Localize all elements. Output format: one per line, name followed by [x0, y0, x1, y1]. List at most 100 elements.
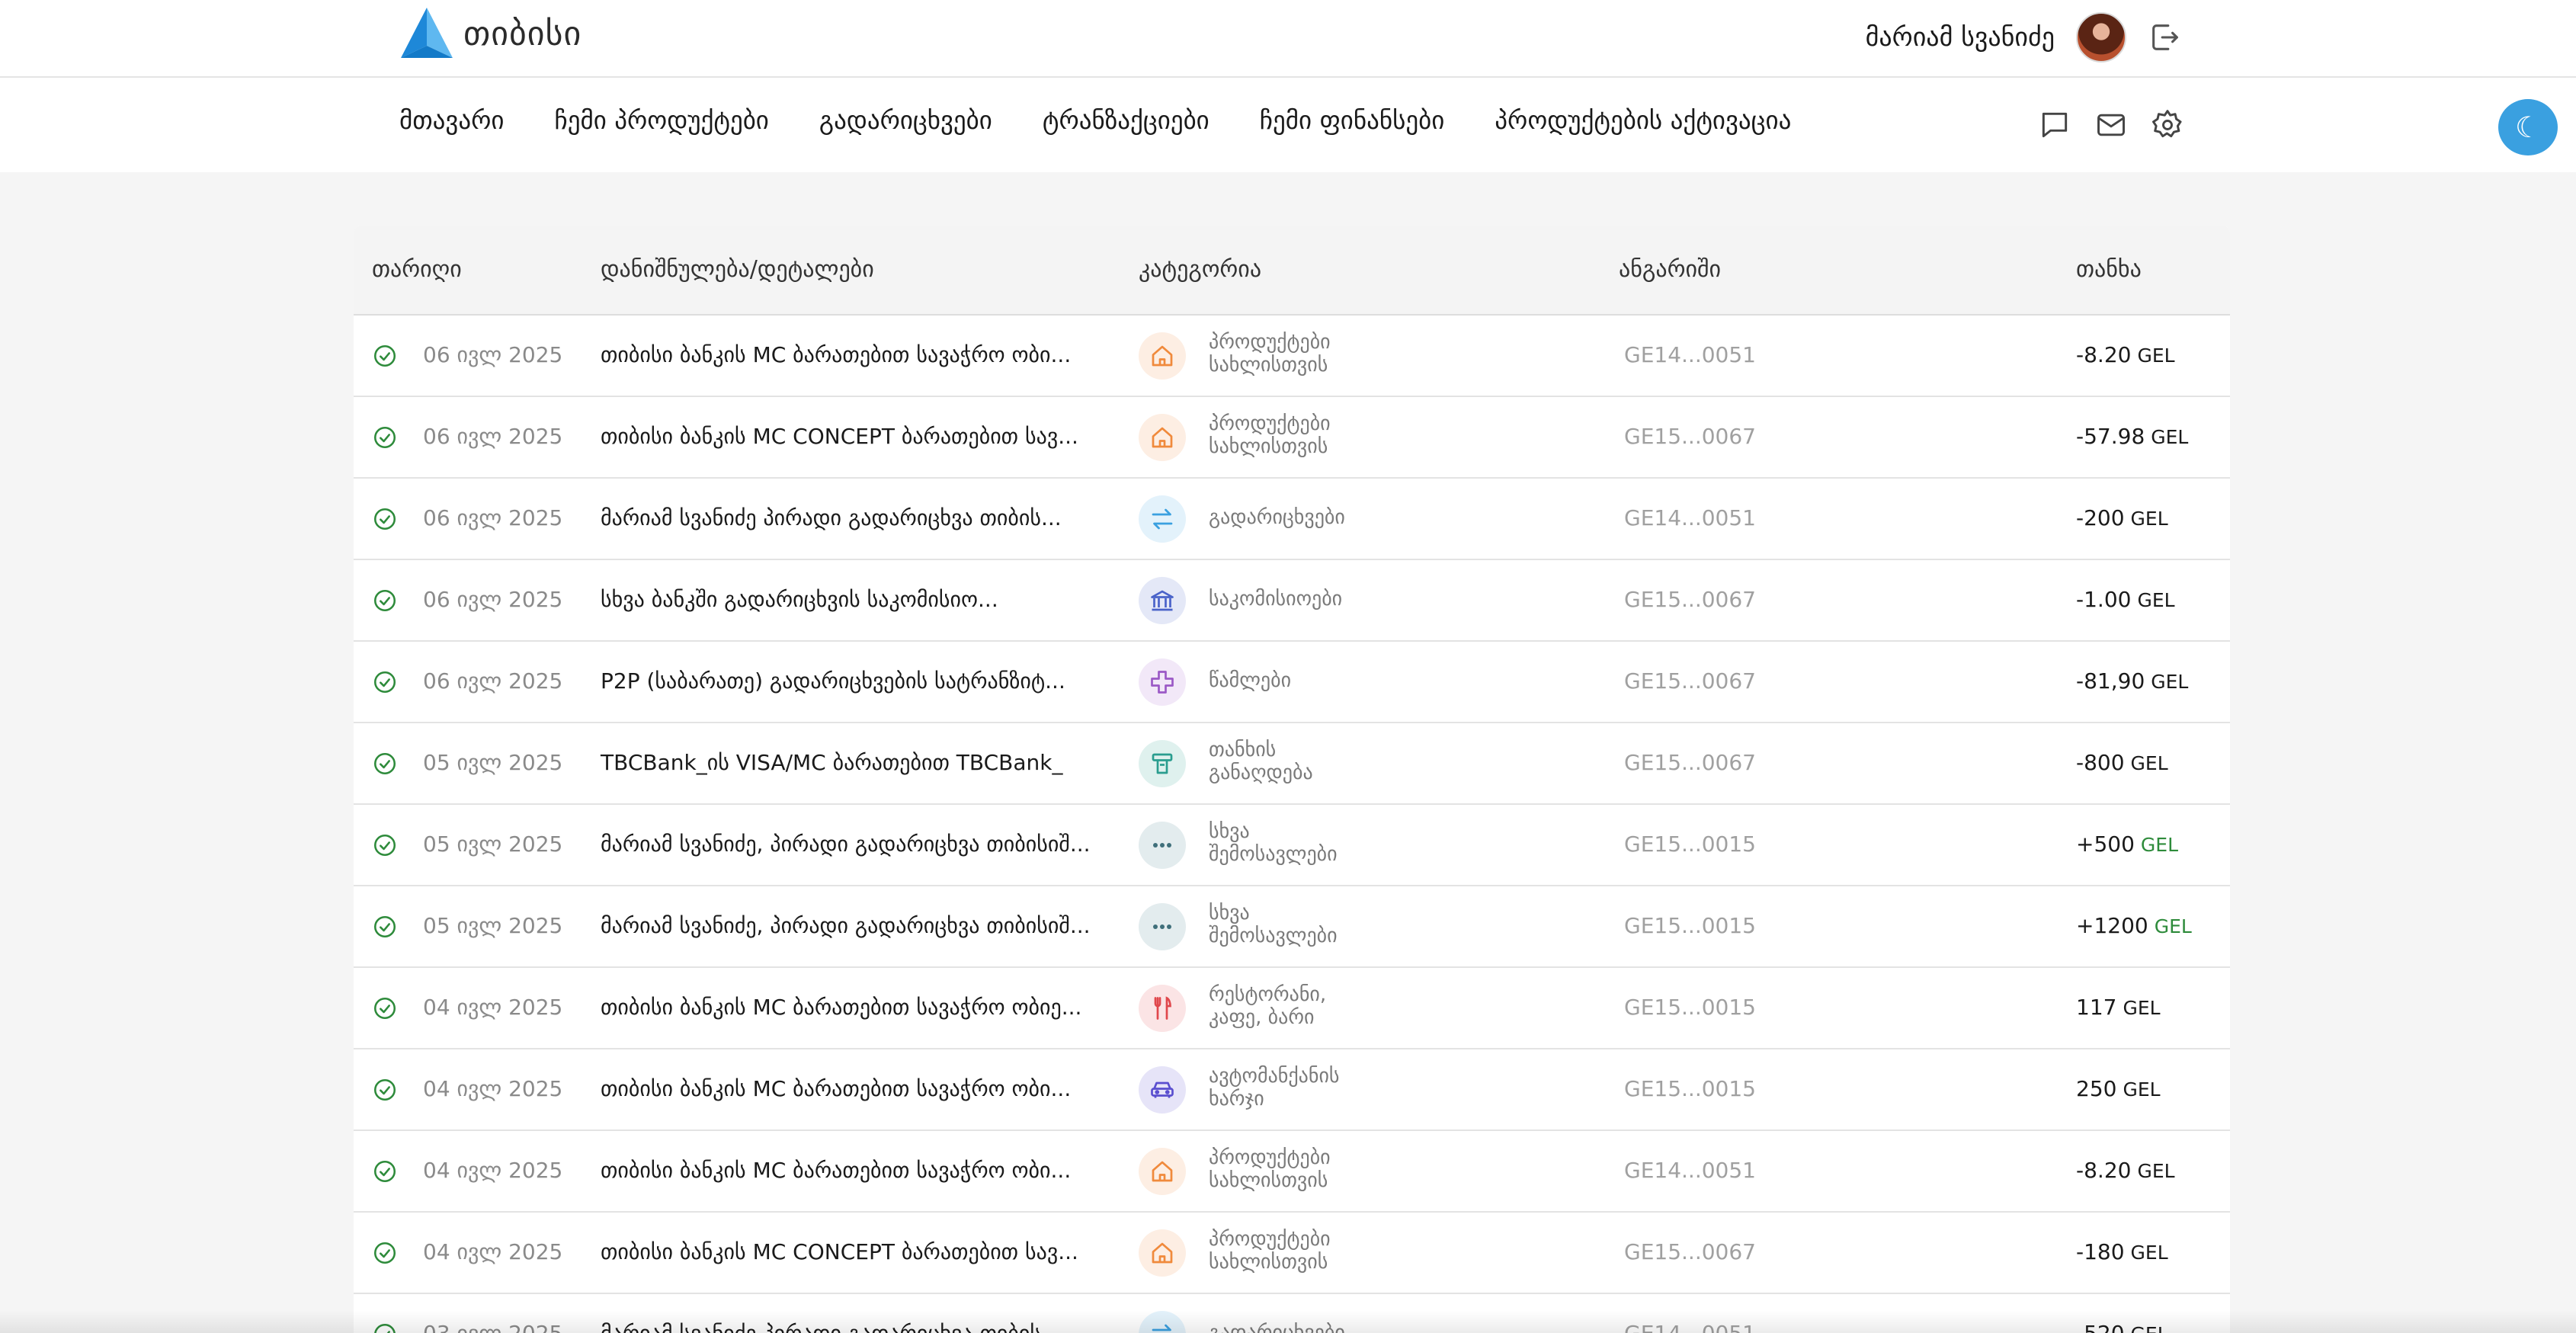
chat-icon[interactable]: [2038, 108, 2071, 142]
row-description[interactable]: P2P (საბარათე) გადარიცხვების სატრანზიტ..…: [601, 668, 1065, 694]
amount-value: -8.20: [2076, 1158, 2132, 1183]
check-circle-icon: [372, 343, 398, 369]
table-row[interactable]: 05 ივლ 2025 TBCBank_ის VISA/MC ბარათებით…: [354, 723, 2230, 805]
table-row[interactable]: 04 ივლ 2025 თიბისი ბანკის MC ბარათებით ს…: [354, 968, 2230, 1049]
amount-value: +1200: [2076, 913, 2148, 938]
gear-icon[interactable]: [2151, 108, 2184, 142]
transfer-arrows-icon: [1139, 495, 1186, 543]
nav-item-my-products[interactable]: ჩემი პროდუქტები: [554, 105, 768, 135]
table-row[interactable]: 06 ივლ 2025 მარიამ სვანიძე პირადი გადარი…: [354, 479, 2230, 560]
amount-value: -81,90: [2076, 668, 2145, 694]
nav-item-home[interactable]: მთავარი: [399, 105, 504, 135]
logo-icon: [401, 8, 453, 58]
row-amount: -200 GEL: [2076, 505, 2168, 530]
row-description[interactable]: თიბისი ბანკის MC ბარათებით სავაჭრო ობი..…: [601, 342, 1071, 367]
user-name[interactable]: მარიამ სვანიძე: [1866, 22, 2055, 53]
row-account: GE15...0067: [1624, 668, 1756, 694]
row-category: პროდუქტები სახლისთვის: [1209, 1228, 1331, 1274]
row-description[interactable]: თიბისი ბანკის MC ბარათებით სავაჭრო ობი..…: [601, 1158, 1071, 1183]
nav-item-my-finances[interactable]: ჩემი ფინანსები: [1260, 105, 1445, 135]
amount-value: -1.00: [2076, 587, 2132, 612]
amount-currency: GEL: [2154, 915, 2192, 937]
row-description[interactable]: მარიამ სვანიძე, პირადი გადარიცხვა თიბისი…: [601, 832, 1091, 857]
row-amount: -8.20 GEL: [2076, 342, 2175, 367]
moon-icon: ☾: [2514, 111, 2542, 144]
table-body: 06 ივლ 2025 თიბისი ბანკის MC ბარათებით ს…: [354, 316, 2230, 1333]
top-header: თიბისი მარიამ სვანიძე: [0, 0, 2576, 78]
amount-currency: GEL: [2123, 1078, 2161, 1101]
row-category: ავტომანქანის ხარჯი: [1209, 1065, 1340, 1110]
atm-icon: [1139, 740, 1186, 787]
table-row[interactable]: 06 ივლ 2025 სხვა ბანკში გადარიცხვის საკო…: [354, 560, 2230, 642]
logo[interactable]: თიბისი: [398, 6, 582, 61]
amount-currency: GEL: [2137, 344, 2175, 367]
row-account: GE15...0015: [1624, 913, 1756, 938]
amount-currency: GEL: [2130, 752, 2168, 774]
row-account: GE15...0067: [1624, 424, 1756, 449]
check-circle-icon: [372, 669, 398, 695]
amount-value: 117: [2076, 995, 2117, 1020]
check-circle-icon: [372, 914, 398, 940]
row-description[interactable]: თიბისი ბანკის MC CONCEPT ბარათებით სავ..…: [601, 1239, 1078, 1264]
row-category: პროდუქტები სახლისთვის: [1209, 331, 1331, 377]
row-date: 06 ივლ 2025: [423, 505, 563, 530]
row-amount: -800 GEL: [2076, 750, 2168, 775]
row-description[interactable]: თიბისი ბანკის MC ბარათებით სავაჭრო ობიე.…: [601, 995, 1081, 1020]
table-row[interactable]: 06 ივლ 2025 თიბისი ბანკის MC CONCEPT ბარ…: [354, 397, 2230, 479]
row-account: GE15...0015: [1624, 1076, 1756, 1101]
row-amount: -180 GEL: [2076, 1239, 2168, 1264]
car-icon: [1139, 1066, 1186, 1114]
row-description[interactable]: TBCBank_ის VISA/MC ბარათებით TBCBank_: [601, 750, 1062, 775]
row-amount: -81,90 GEL: [2076, 668, 2188, 694]
row-amount: 117 GEL: [2076, 995, 2161, 1020]
amount-value: +500: [2076, 832, 2135, 857]
table-row[interactable]: 04 ივლ 2025 თიბისი ბანკის MC ბარათებით ს…: [354, 1131, 2230, 1213]
house-icon: [1139, 1148, 1186, 1195]
row-description[interactable]: სხვა ბანკში გადარიცხვის საკომისიო...: [601, 587, 998, 612]
user-area: მარიამ სვანიძე: [1866, 11, 2183, 64]
house-icon: [1139, 1229, 1186, 1277]
row-description[interactable]: თიბისი ბანკის MC CONCEPT ბარათებით სავ..…: [601, 424, 1078, 449]
row-date: 04 ივლ 2025: [423, 1158, 563, 1183]
row-account: GE15...0067: [1624, 1239, 1756, 1264]
mail-icon[interactable]: [2094, 108, 2128, 142]
row-category: თანხის განაღდება: [1209, 739, 1313, 784]
check-circle-icon: [372, 832, 398, 858]
check-circle-icon: [372, 995, 398, 1021]
table-row[interactable]: 04 ივლ 2025 თიბისი ბანკის MC CONCEPT ბარ…: [354, 1213, 2230, 1294]
row-amount: -1.00 GEL: [2076, 587, 2175, 612]
row-account: GE14...0051: [1624, 342, 1756, 367]
table-row[interactable]: 06 ივლ 2025 P2P (საბარათე) გადარიცხვების…: [354, 642, 2230, 723]
row-date: 06 ივლ 2025: [423, 424, 563, 449]
row-amount: +1200 GEL: [2076, 913, 2192, 938]
table-row[interactable]: 05 ივლ 2025 მარიამ სვანიძე, პირადი გადარ…: [354, 886, 2230, 968]
amount-currency: GEL: [2130, 508, 2168, 530]
avatar[interactable]: [2076, 12, 2126, 62]
check-circle-icon: [372, 1077, 398, 1103]
amount-currency: GEL: [2123, 997, 2161, 1019]
row-category: სხვა შემოსავლები: [1209, 820, 1338, 866]
logout-icon[interactable]: [2148, 20, 2183, 55]
row-amount: +500 GEL: [2076, 832, 2178, 857]
nav-item-transfers[interactable]: გადარიცხვები: [819, 105, 992, 135]
row-account: GE15...0015: [1624, 832, 1756, 857]
amount-currency: GEL: [2151, 426, 2189, 448]
theme-toggle-button[interactable]: ☾: [2498, 99, 2558, 155]
medical-cross-icon: [1139, 658, 1186, 706]
table-header: თარიღი დანიშნულება/დეტალები კატეგორია ან…: [354, 226, 2230, 316]
table-row[interactable]: 06 ივლ 2025 თიბისი ბანკის MC ბარათებით ს…: [354, 316, 2230, 397]
row-category: გადარიცხვები: [1209, 506, 1345, 529]
row-description[interactable]: მარიამ სვანიძე, პირადი გადარიცხვა თიბისი…: [601, 913, 1091, 938]
amount-currency: GEL: [2137, 1160, 2175, 1182]
transactions-table: თარიღი დანიშნულება/დეტალები კატეგორია ან…: [354, 226, 2230, 1333]
table-row[interactable]: 04 ივლ 2025 თიბისი ბანკის MC ბარათებით ს…: [354, 1049, 2230, 1131]
main-nav: მთავარი ჩემი პროდუქტები გადარიცხვები ტრა…: [0, 79, 2576, 172]
nav-item-product-activation[interactable]: პროდუქტების აქტივაცია: [1495, 105, 1791, 135]
row-amount: -57.98 GEL: [2076, 424, 2188, 449]
row-date: 06 ივლ 2025: [423, 342, 563, 367]
nav-item-transactions[interactable]: ტრანზაქციები: [1043, 105, 1210, 135]
header-account: ანგარიში: [1619, 256, 1722, 283]
row-description[interactable]: თიბისი ბანკის MC ბარათებით სავაჭრო ობი..…: [601, 1076, 1071, 1101]
row-description[interactable]: მარიამ სვანიძე პირადი გადარიცხვა თიბის..…: [601, 505, 1062, 530]
table-row[interactable]: 05 ივლ 2025 მარიამ სვანიძე, პირადი გადარ…: [354, 805, 2230, 886]
